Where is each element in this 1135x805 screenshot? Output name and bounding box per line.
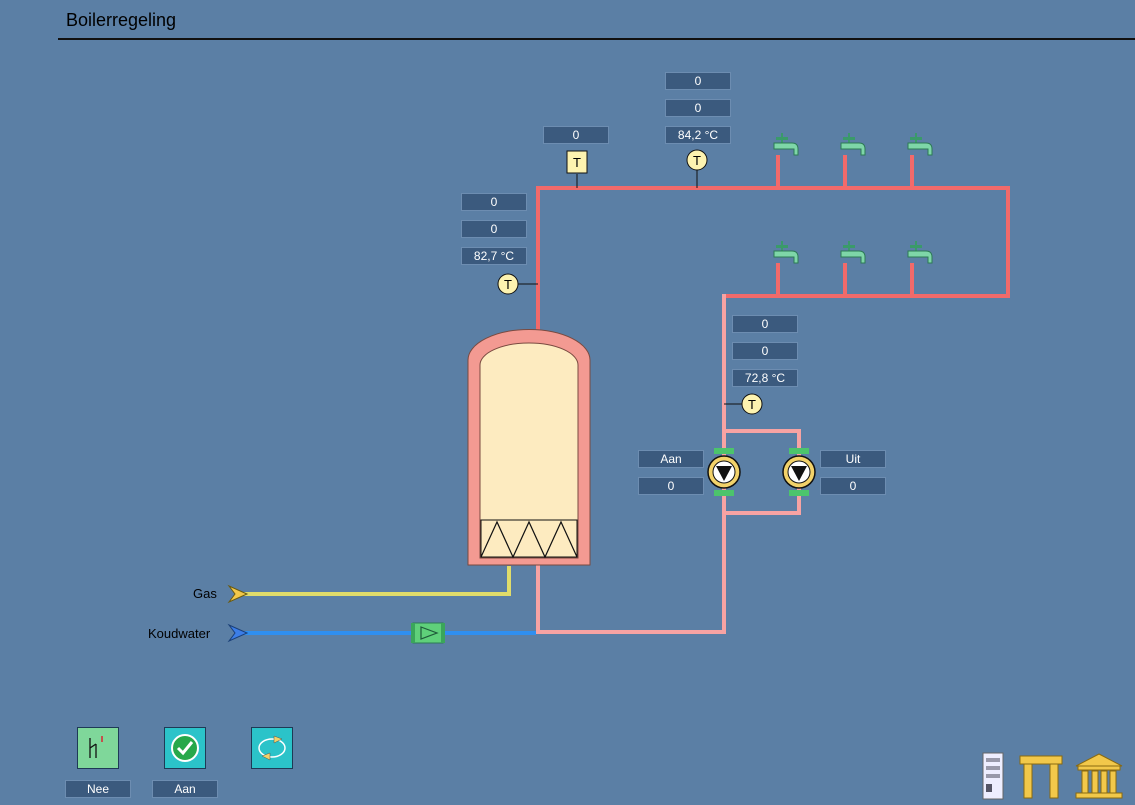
process-diagram: T T T T: [227, 133, 1010, 644]
tap-icon[interactable]: [907, 133, 933, 156]
svg-text:T: T: [748, 397, 756, 412]
enable-button[interactable]: [164, 727, 206, 769]
temperature-sensor-icon[interactable]: T: [566, 150, 588, 174]
svg-text:T: T: [573, 155, 581, 170]
switch-icon: [89, 736, 103, 758]
svg-text:T: T: [504, 277, 512, 292]
check-icon: [171, 734, 199, 762]
pump-left-value: 0: [638, 477, 704, 495]
switch-button[interactable]: [77, 727, 119, 769]
svg-text:T: T: [693, 153, 701, 168]
cold-water-label: Koudwater: [148, 626, 211, 641]
sensor-value: 0: [461, 193, 527, 211]
enable-label: Aan: [152, 780, 218, 798]
boiler-tank: [467, 329, 591, 566]
gate-icon[interactable]: [1018, 754, 1064, 800]
refresh-icon: [258, 735, 286, 761]
tap-icon[interactable]: [840, 133, 866, 156]
sensor-temperature: 84,2 °C: [665, 126, 731, 144]
building-icon[interactable]: [1074, 752, 1124, 800]
sensor-value: 0: [665, 99, 731, 117]
valve-icon[interactable]: [411, 622, 445, 644]
sensor-value: 0: [543, 126, 609, 144]
pump-left-status: Aan: [638, 450, 704, 468]
refresh-button[interactable]: [251, 727, 293, 769]
gas-pipe: [240, 566, 511, 596]
switch-label: Nee: [65, 780, 131, 798]
tap-icon[interactable]: [907, 241, 933, 264]
pump-right-value: 0: [820, 477, 886, 495]
sensor-value: 0: [732, 315, 798, 333]
tap-icon[interactable]: [840, 241, 866, 264]
sensor-temperature: 82,7 °C: [461, 247, 527, 265]
pump-right-status: Uit: [820, 450, 886, 468]
tap-icon[interactable]: [773, 241, 799, 264]
temperature-sensor-icon[interactable]: T: [686, 149, 708, 171]
sensor-value: 0: [665, 72, 731, 90]
sensor-value: 0: [461, 220, 527, 238]
gas-input-arrow-icon: [227, 584, 249, 604]
temperature-sensor-icon[interactable]: T: [741, 393, 763, 415]
sensor-value: 0: [732, 342, 798, 360]
server-icon[interactable]: [982, 752, 1004, 800]
sensor-temperature: 72,8 °C: [732, 369, 798, 387]
hot-water-pipes: [536, 155, 1010, 333]
gas-label: Gas: [193, 586, 217, 601]
tap-icon[interactable]: [773, 133, 799, 156]
water-input-arrow-icon: [227, 623, 249, 643]
boiler-control-screen: Boilerregeling T T T T 0 0 82,7 °C 0 0 0…: [0, 0, 1135, 805]
temperature-sensor-icon[interactable]: T: [497, 273, 519, 295]
